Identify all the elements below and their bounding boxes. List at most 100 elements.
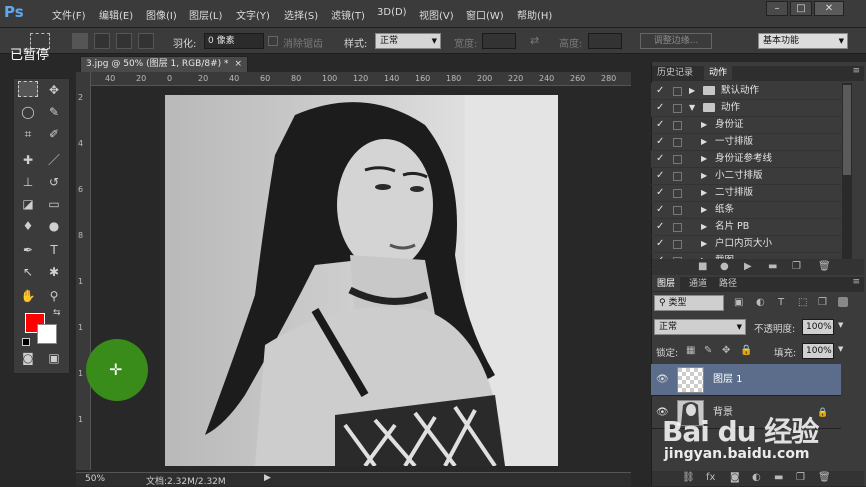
type-tool-icon[interactable]: T [44,241,64,259]
filter-shape-icon[interactable]: ⬚ [798,297,807,308]
menu-image[interactable]: 图像(I) [146,7,177,22]
actions-scrollbar[interactable] [842,83,852,259]
add-selection-icon[interactable] [94,33,110,49]
maximize-button[interactable]: □ [790,1,812,16]
new-action-icon[interactable]: ❐ [792,261,801,272]
workspace-dropdown[interactable]: 基本功能 ▼ [758,33,848,49]
document-photo[interactable] [165,95,558,466]
filter-pixel-icon[interactable]: ▣ [734,297,743,308]
delete-layer-icon[interactable]: 🗑 [818,472,831,483]
height-input[interactable] [588,33,622,49]
menu-filter[interactable]: 滤镜(T) [331,7,365,22]
crop-tool-icon[interactable]: ⌗ [18,125,38,143]
action-check[interactable]: ✓ [656,134,666,150]
path-select-tool-icon[interactable]: ↖ [18,263,38,281]
action-row[interactable]: ✓ ▶ 小二寸排版 [651,168,841,185]
action-row[interactable]: ✓ ▶ 一寸排版 [651,134,841,151]
scrollbar-thumb[interactable] [843,85,851,175]
filter-smart-icon[interactable]: ❐ [818,297,827,308]
fill-input[interactable]: 100% [802,343,834,359]
width-input[interactable] [482,33,516,49]
chevron-down-icon[interactable]: ▼ [838,321,843,329]
close-tab-icon[interactable]: × [234,57,242,72]
menu-view[interactable]: 视图(V) [419,7,454,22]
link-layers-icon[interactable]: ⛓ [682,472,695,483]
adjustment-layer-icon[interactable]: ◐ [752,472,761,483]
clone-stamp-tool-icon[interactable]: ⊥ [18,173,38,191]
tab-history[interactable]: 历史记录 [652,66,698,80]
action-row[interactable]: ✓ ▶ 名片 PB [651,219,841,236]
chevron-right-icon[interactable]: ▶ [701,236,707,252]
healing-brush-tool-icon[interactable]: ✚ [18,151,38,169]
chevron-down-icon[interactable]: ▼ [838,345,843,353]
zoom-tool-icon[interactable]: ⚲ [44,287,64,305]
menu-edit[interactable]: 编辑(E) [99,7,133,22]
refine-edge-button[interactable]: 调整边缘... [640,33,712,49]
action-check[interactable]: ✓ [656,219,666,235]
gradient-tool-icon[interactable]: ▭ [44,195,64,213]
swap-colors-icon[interactable]: ⇆ [53,308,61,318]
delete-icon[interactable]: 🗑 [818,261,831,272]
tab-paths[interactable]: 路径 [714,277,742,291]
action-row[interactable]: ✓ ▶ 二寸排版 [651,185,841,202]
chevron-right-icon[interactable]: ▶ [701,219,707,235]
panel-menu-icon[interactable]: ≡ [852,66,860,76]
swap-icon[interactable]: ⇄ [530,34,539,47]
action-row[interactable]: ✓ ▼ 动作 [651,100,841,117]
action-check[interactable]: ✓ [656,117,666,133]
menu-layer[interactable]: 图层(L) [189,7,222,22]
filter-adjust-icon[interactable]: ◐ [756,297,765,308]
chevron-right-icon[interactable]: ▶ [701,202,707,218]
tab-actions[interactable]: 动作 [704,66,733,80]
chevron-right-icon[interactable]: ▶ [701,185,707,201]
dialog-toggle[interactable] [673,155,682,164]
action-check[interactable]: ✓ [656,236,666,252]
dialog-toggle[interactable] [673,104,682,113]
chevron-right-icon[interactable]: ▶ [701,117,707,133]
action-row[interactable]: ✓ ▶ 身份证参考线 [651,151,841,168]
menu-file[interactable]: 文件(F) [52,7,86,22]
menu-3d[interactable]: 3D(D) [377,7,407,18]
eraser-tool-icon[interactable]: ◪ [18,195,38,213]
close-button[interactable]: ✕ [814,1,844,16]
filter-type-icon[interactable]: T [778,297,784,308]
status-menu-icon[interactable]: ▶ [264,473,271,483]
history-brush-tool-icon[interactable]: ↺ [44,173,64,191]
zoom-level[interactable]: 50% [85,474,105,484]
document-tab[interactable]: 3.jpg @ 50% (图层 1, RGB/8#) * × [80,56,248,73]
dodge-tool-icon[interactable]: ● [44,217,64,235]
chevron-right-icon[interactable]: ▶ [701,151,707,167]
menu-type[interactable]: 文字(Y) [236,7,270,22]
menu-select[interactable]: 选择(S) [284,7,318,22]
lock-transparent-icon[interactable]: ▦ [686,345,695,356]
default-colors-icon[interactable] [22,338,30,346]
action-check[interactable]: ✓ [656,100,666,116]
chevron-down-icon[interactable]: ▼ [689,100,695,116]
feather-input[interactable]: 0 像素 [204,33,264,49]
shape-tool-icon[interactable]: ✱ [44,263,64,281]
quick-mask-icon[interactable]: ◙ [18,349,38,367]
dialog-toggle[interactable] [673,223,682,232]
action-check[interactable]: ✓ [656,202,666,218]
layer-filter-dropdown[interactable]: ⚲ 类型 [654,295,724,311]
action-row[interactable]: ✓ ▶ 默认动作 [651,83,841,100]
hand-tool-icon[interactable]: ✋ [18,287,38,305]
new-group-icon[interactable]: ▬ [774,472,783,483]
eyedropper-tool-icon[interactable]: ✐ [44,125,64,143]
chevron-right-icon[interactable]: ▶ [701,134,707,150]
blur-tool-icon[interactable]: ♦ [18,217,38,235]
new-set-icon[interactable]: ▬ [768,261,777,272]
tab-layers[interactable]: 图层 [652,277,681,291]
dialog-toggle[interactable] [673,138,682,147]
visibility-eye-icon[interactable]: 👁 [656,364,669,396]
add-mask-icon[interactable]: ◙ [730,472,740,483]
action-row[interactable]: ✓ ▶ 纸条 [651,202,841,219]
pen-tool-icon[interactable]: ✒ [18,241,38,259]
fx-icon[interactable]: fx [706,472,715,483]
move-tool-icon[interactable]: ✥ [44,81,64,99]
action-check[interactable]: ✓ [656,168,666,184]
play-icon[interactable]: ▶ [744,261,752,272]
rect-marquee-tool-icon[interactable] [18,81,38,97]
brush-tool-icon[interactable]: ／ [44,151,64,169]
action-row[interactable]: ✓ ▶ 户口内页大小 [651,236,841,253]
